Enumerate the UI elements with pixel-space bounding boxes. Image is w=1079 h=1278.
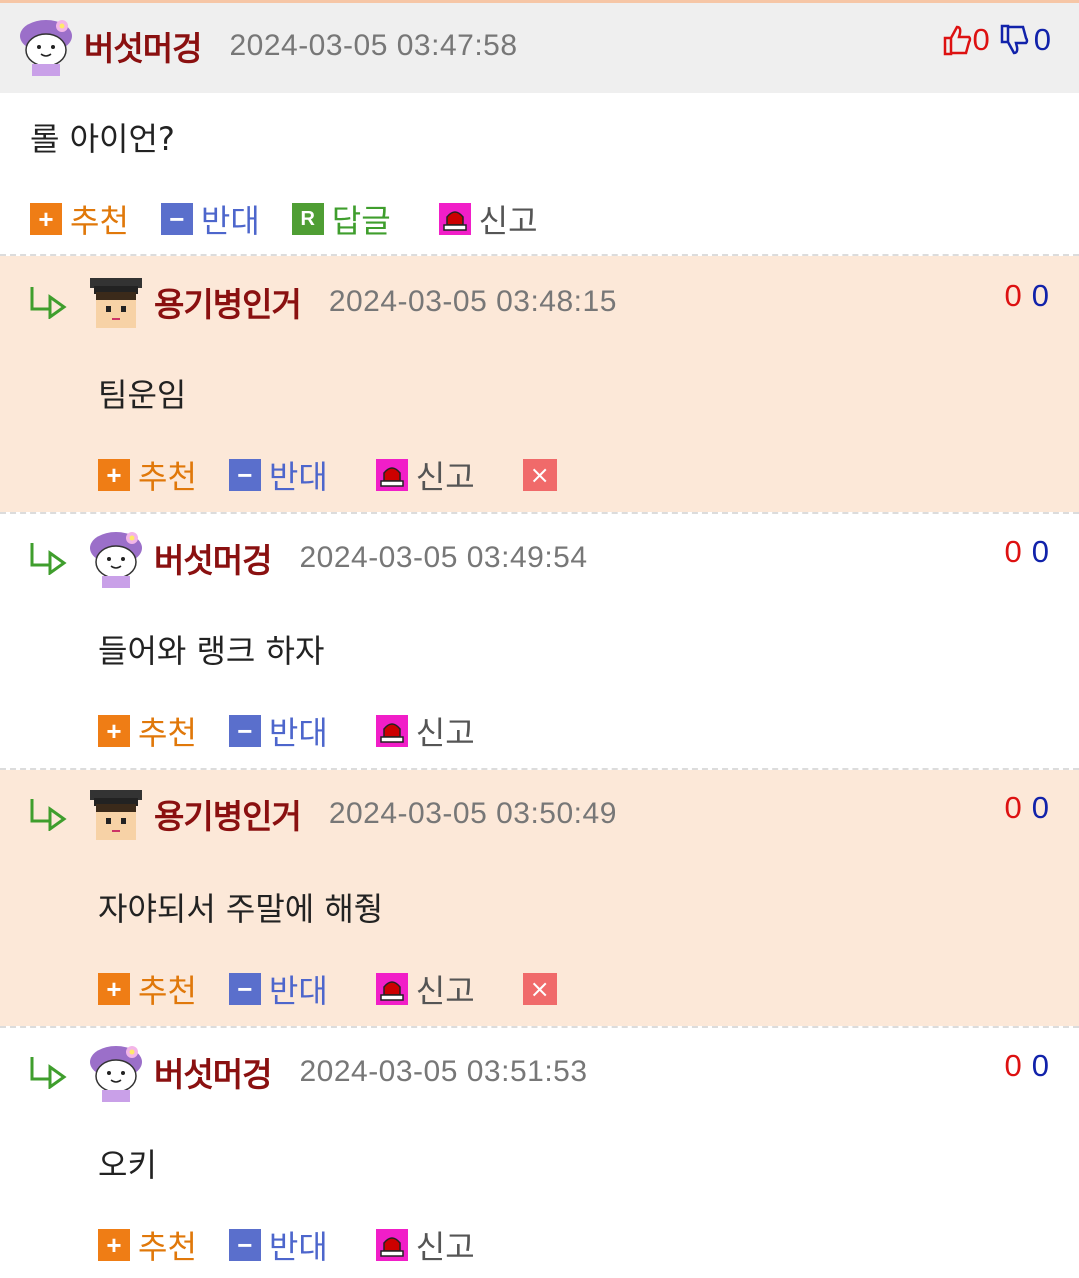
reply-icon: R xyxy=(291,203,324,235)
divider xyxy=(0,1026,1079,1028)
minus-icon: − xyxy=(228,973,261,1005)
downvote-count: 0 xyxy=(1033,22,1051,57)
siren-icon xyxy=(376,459,408,491)
delete-icon[interactable]: × xyxy=(522,459,557,491)
report-button[interactable]: 신고 xyxy=(376,966,475,1012)
report-button[interactable]: 신고 xyxy=(376,708,475,754)
report-button[interactable]: 신고 xyxy=(439,196,538,242)
comment-actions: + 추천 − 반대 R 답글 신고 xyxy=(30,196,570,242)
plus-icon: + xyxy=(98,459,130,491)
recommend-button[interactable]: + 추천 xyxy=(98,452,197,498)
downvote-count: 0 xyxy=(1031,790,1049,825)
comment-date: 2024-03-05 03:49:54 xyxy=(299,541,588,574)
siren-icon xyxy=(376,973,408,1005)
siren-icon xyxy=(376,1229,408,1261)
plus-icon: + xyxy=(98,715,130,747)
comment-text: 롤 아이언? xyxy=(30,120,175,158)
divider xyxy=(0,512,1079,514)
comment-text: 오키 xyxy=(98,1146,157,1184)
comment-date: 2024-03-05 03:51:53 xyxy=(299,1055,588,1088)
comment-date: 2024-03-05 03:50:49 xyxy=(328,797,617,830)
thumbs-down-icon xyxy=(1000,24,1028,55)
report-button[interactable]: 신고 xyxy=(376,1222,475,1268)
mushroom-avatar[interactable] xyxy=(86,1042,146,1102)
siren-icon xyxy=(376,715,408,747)
delete-icon[interactable]: × xyxy=(522,973,557,1005)
minus-icon: − xyxy=(160,203,193,235)
recommend-button[interactable]: + 추천 xyxy=(98,966,197,1012)
graduate-avatar[interactable] xyxy=(86,272,146,332)
recommend-button[interactable]: + 추천 xyxy=(98,708,197,754)
comment-text: 들어와 랭크 하자 xyxy=(98,632,325,670)
comment-author-row: 버섯머겅 2024-03-05 03:47:58 xyxy=(16,16,518,76)
vote-counts: 0 0 xyxy=(1005,790,1050,826)
comment-author-row: 버섯머겅 2024-03-05 03:51:53 xyxy=(28,1042,588,1102)
comment-author-row: 용기병인거 2024-03-05 03:48:15 xyxy=(28,272,617,332)
oppose-button[interactable]: − 반대 xyxy=(228,1222,328,1268)
vote-counts: 0 0 xyxy=(1005,534,1050,570)
upvote-count: 0 xyxy=(1004,534,1022,569)
author-name[interactable]: 버섯머겅 xyxy=(154,1048,272,1096)
reply-arrow-icon xyxy=(28,541,68,575)
oppose-button[interactable]: − 반대 xyxy=(160,196,260,242)
report-button[interactable]: 신고 xyxy=(376,452,475,498)
comment-author-row: 버섯머겅 2024-03-05 03:49:54 xyxy=(28,528,588,588)
plus-icon: + xyxy=(30,203,62,235)
plus-icon: + xyxy=(98,973,130,1005)
author-name[interactable]: 버섯머겅 xyxy=(84,22,202,70)
oppose-button[interactable]: − 반대 xyxy=(228,966,328,1012)
minus-icon: − xyxy=(228,1229,261,1261)
upvote-count: 0 xyxy=(972,22,990,57)
upvote-count: 0 xyxy=(1004,1048,1022,1083)
minus-icon: − xyxy=(228,715,261,747)
downvote-count: 0 xyxy=(1031,534,1049,569)
reply-arrow-icon xyxy=(28,1055,68,1089)
oppose-button[interactable]: − 반대 xyxy=(228,452,328,498)
comment-actions: + 추천 − 반대 신고 × xyxy=(98,966,557,1012)
downvote-count: 0 xyxy=(1031,278,1049,313)
author-name[interactable]: 용기병인거 xyxy=(154,790,302,838)
comment-date: 2024-03-05 03:48:15 xyxy=(328,285,617,318)
graduate-avatar[interactable] xyxy=(86,784,146,844)
author-name[interactable]: 버섯머겅 xyxy=(154,534,272,582)
thumbs-up-icon xyxy=(943,25,971,56)
vote-counts: 0 0 xyxy=(1005,278,1050,314)
recommend-button[interactable]: + 추천 xyxy=(98,1222,197,1268)
author-name[interactable]: 용기병인거 xyxy=(154,278,302,326)
comment-author-row: 용기병인거 2024-03-05 03:50:49 xyxy=(28,784,617,844)
comment-text: 팀운임 xyxy=(98,376,187,414)
vote-counts: 0 0 xyxy=(1005,1048,1050,1084)
upvote-count: 0 xyxy=(1004,790,1022,825)
downvote-count: 0 xyxy=(1031,1048,1049,1083)
siren-icon xyxy=(439,203,471,235)
minus-icon: − xyxy=(228,459,261,491)
recommend-button[interactable]: + 추천 xyxy=(30,196,129,242)
mushroom-avatar[interactable] xyxy=(86,528,146,588)
plus-icon: + xyxy=(98,1229,130,1261)
comment-date: 2024-03-05 03:47:58 xyxy=(229,29,518,62)
comment-text: 자야되서 주말에 해줭 xyxy=(98,890,384,928)
mushroom-avatar[interactable] xyxy=(16,16,76,76)
reply-arrow-icon xyxy=(28,797,68,831)
oppose-button[interactable]: − 반대 xyxy=(228,708,328,754)
upvote-count: 0 xyxy=(1004,278,1022,313)
comment-actions: + 추천 − 반대 신고 xyxy=(98,708,507,754)
reply-button[interactable]: R 답글 xyxy=(291,196,391,242)
reply-arrow-icon xyxy=(28,285,68,319)
comment-actions: + 추천 − 반대 신고 × xyxy=(98,452,557,498)
vote-counts: 0 0 xyxy=(941,22,1051,58)
comment-actions: + 추천 − 반대 신고 xyxy=(98,1222,507,1268)
